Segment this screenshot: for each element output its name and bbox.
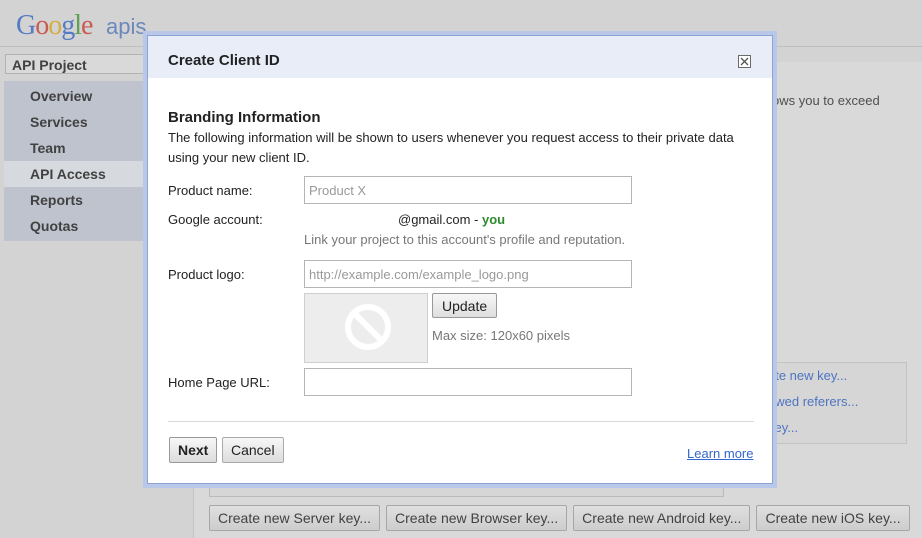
- home-page-url-input[interactable]: [304, 368, 632, 396]
- google-account-label: Google account:: [168, 212, 263, 227]
- account-email: @gmail.com: [398, 212, 471, 227]
- account-you-badge: you: [482, 212, 506, 227]
- dialog-divider: [168, 421, 754, 422]
- cancel-button[interactable]: Cancel: [222, 437, 284, 463]
- google-account-hint: Link your project to this account's prof…: [304, 232, 626, 247]
- account-separator: -: [470, 212, 482, 227]
- product-name-label: Product name:: [168, 183, 253, 198]
- logo-preview: [304, 293, 428, 363]
- google-account-value: @gmail.com - you: [398, 212, 505, 227]
- home-page-url-label: Home Page URL:: [168, 375, 270, 390]
- product-logo-label: Product logo:: [168, 267, 245, 282]
- next-button[interactable]: Next: [169, 437, 218, 463]
- dialog-title: Create Client ID: [168, 52, 280, 69]
- product-logo-url-input[interactable]: [304, 260, 632, 288]
- product-name-input[interactable]: [304, 176, 632, 204]
- create-client-id-dialog: Create Client ID Branding Information Th…: [147, 35, 773, 484]
- no-image-icon: [345, 304, 391, 350]
- close-icon[interactable]: [738, 55, 751, 68]
- logo-max-size-hint: Max size: 120x60 pixels: [432, 328, 571, 343]
- update-logo-button[interactable]: Update: [432, 293, 498, 318]
- section-title: Branding Information: [168, 109, 321, 126]
- section-description: The following information will be shown …: [168, 130, 734, 165]
- learn-more-link[interactable]: Learn more: [687, 446, 753, 461]
